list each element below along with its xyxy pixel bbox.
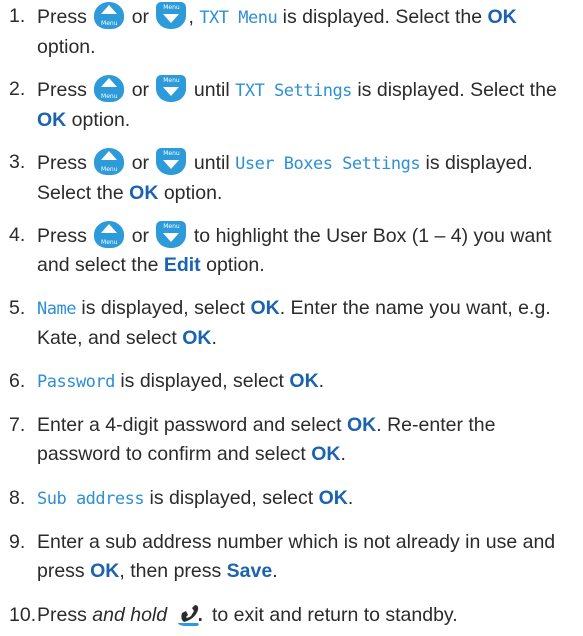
up-menu-key-icon: Menu: [94, 221, 125, 248]
step-text: .: [211, 327, 217, 349]
step-text: .: [318, 370, 325, 392]
step-text: ,: [188, 6, 194, 28]
step-text: is displayed. Select the: [357, 79, 557, 101]
key-caption: Menu: [101, 166, 118, 173]
down-menu-key-icon: Menu: [156, 221, 187, 248]
ok-option: OK: [250, 297, 280, 319]
step-number: 7.: [9, 414, 26, 436]
step-text: is displayed, select: [149, 487, 314, 509]
step-text: .: [272, 560, 278, 582]
key-caption: Menu: [163, 150, 180, 157]
key-caption: Menu: [101, 20, 118, 27]
step-text: is displayed. Select the: [282, 6, 483, 28]
step-number: 9.: [9, 531, 26, 553]
ok-option: OK: [347, 414, 377, 436]
step-number: 3.: [9, 151, 26, 173]
step-text: or: [131, 225, 150, 247]
display-text: TXT Settings: [235, 81, 352, 101]
display-text: Sub address: [37, 489, 145, 509]
ok-option: OK: [311, 443, 341, 465]
step-text: or: [131, 152, 150, 174]
up-menu-key-icon: Menu: [94, 148, 125, 175]
key-caption: Menu: [163, 77, 180, 84]
step-text: .: [347, 487, 354, 509]
end-call-key-icon: [175, 601, 205, 636]
step-number: 10.: [9, 604, 37, 626]
step-text: Press: [37, 6, 87, 28]
key-caption: Menu: [101, 93, 118, 100]
down-menu-key-icon: Menu: [156, 2, 187, 29]
display-text: Name: [37, 299, 76, 319]
step-text: or: [131, 79, 150, 101]
step-text: Press: [37, 604, 87, 626]
step-text: or: [131, 6, 150, 28]
down-menu-key-icon: Menu: [156, 148, 187, 175]
display-text: TXT Menu: [199, 8, 278, 28]
ok-option: OK: [90, 560, 120, 582]
step-text: option.: [37, 36, 96, 58]
step-text: .: [340, 443, 346, 465]
key-caption: Menu: [163, 223, 180, 230]
step-number: 4.: [9, 224, 26, 246]
step-text: to exit and return to standby.: [211, 604, 458, 626]
edit-option: Edit: [163, 254, 201, 276]
ok-option: OK: [182, 327, 212, 349]
display-text: User Boxes Settings: [235, 154, 421, 174]
end-call-key-icon: [177, 605, 202, 626]
step-text: , then press: [119, 560, 222, 582]
display-text: Password: [37, 372, 115, 392]
step-text: Press: [37, 152, 87, 174]
step-number: 1.: [9, 5, 26, 27]
step-text: Enter a 4-digit password and select: [37, 414, 342, 436]
ok-option: OK: [487, 6, 517, 28]
down-menu-key-icon: Menu: [156, 75, 187, 102]
ok-option: OK: [289, 370, 319, 392]
ok-option: OK: [318, 487, 348, 509]
step-number: 5.: [9, 297, 26, 319]
step-text: Press: [37, 225, 87, 247]
step-text: option.: [206, 254, 265, 276]
step-text: option.: [163, 182, 223, 204]
step-number: 8.: [9, 487, 26, 509]
ok-option: OK: [37, 109, 67, 131]
step-number: 6.: [9, 370, 26, 392]
instruction-steps: 1. Press Menu or Menu, TXT Menu is displ…: [0, 0, 583, 633]
step-text: is displayed, select: [81, 297, 246, 319]
step-text: Press: [37, 79, 87, 101]
key-caption: Menu: [101, 239, 118, 246]
step-text: until: [193, 79, 230, 101]
up-menu-key-icon: Menu: [94, 2, 125, 29]
step-number: 2.: [9, 78, 26, 100]
step-text: is displayed, select: [120, 370, 284, 392]
save-option: Save: [226, 560, 273, 582]
step-emphasis: and hold: [92, 604, 168, 626]
up-menu-key-icon: Menu: [94, 75, 125, 102]
key-caption: Menu: [163, 4, 180, 11]
ok-option: OK: [129, 182, 159, 204]
step-text: option.: [71, 109, 131, 131]
step-text: until: [193, 152, 230, 174]
